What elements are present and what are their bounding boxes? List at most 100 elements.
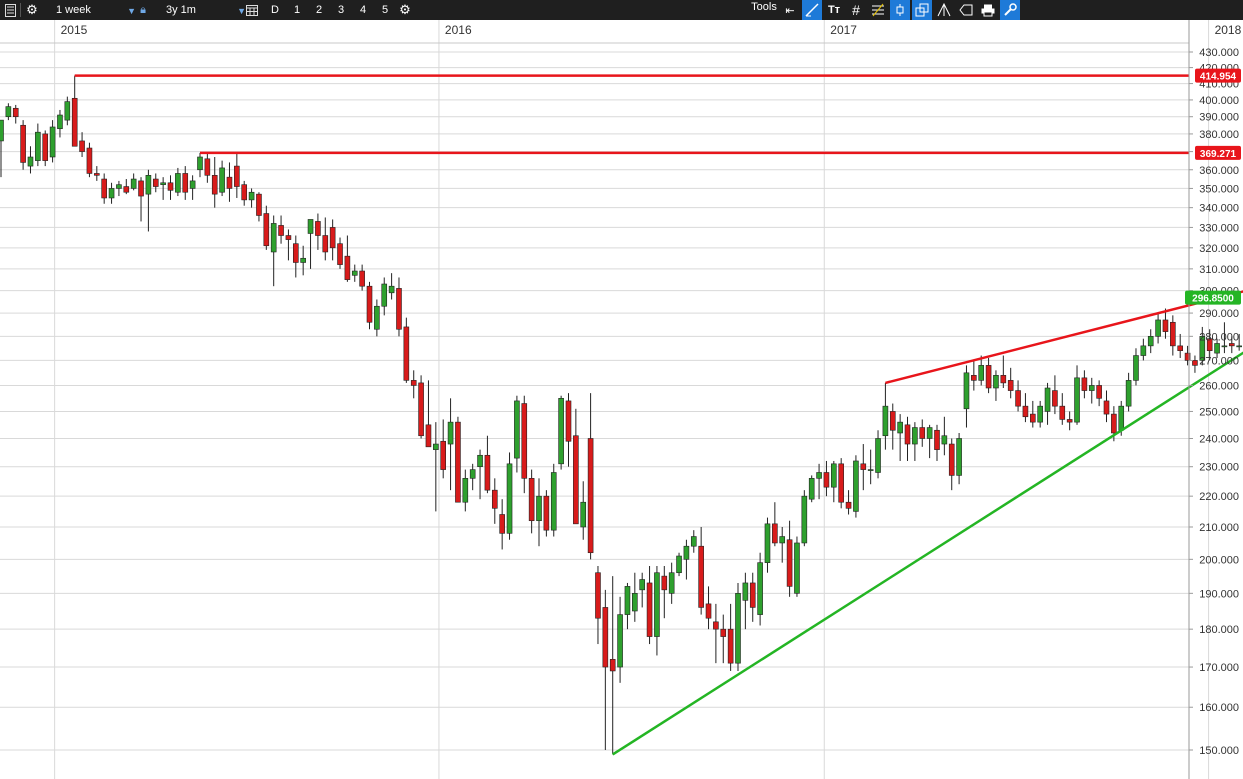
text-tool-icon[interactable]: Tт [824,0,844,20]
candle-body [713,621,719,630]
candle-body [1162,319,1169,332]
candle-body [175,173,181,193]
candle-body [403,326,410,381]
candle-body [978,365,985,381]
candle-body [322,235,329,253]
candle-body [690,536,697,547]
candlestick-chart[interactable]: 2015 2016 2017 2018 150.000 160.000 170.000 18… [0,20,1243,779]
candle-body [536,495,542,522]
candle-body [609,658,616,672]
range-select[interactable]: 3y 1m ▼ [156,2,250,18]
candle-body [182,173,189,193]
cursor-arrow-icon[interactable]: ⇤ [780,0,800,20]
candle-body [79,140,85,152]
candle-body [108,188,115,199]
candle-body [248,191,255,201]
period-button-3[interactable]: 3 [331,0,351,20]
candle-body [1015,390,1021,407]
candle-body [646,582,653,637]
candle-body [337,243,343,265]
candle-body [514,400,520,459]
candle-body [145,175,152,195]
candle-body [632,593,638,612]
candle-body [1030,413,1036,423]
candle-body [912,427,918,445]
candle-body [418,382,424,437]
resistance-mid-tag-label: 369.271 [1200,149,1237,160]
candle-body [1074,377,1080,423]
candle-body [639,579,645,591]
trendline-tool-icon[interactable] [802,0,822,20]
candle-body [152,178,159,187]
candle-tool-icon[interactable] [890,0,910,20]
candle-body [256,193,262,216]
candle-body [985,365,992,389]
candle-body [123,186,130,193]
range-value: 3y 1m [166,4,196,16]
candle-body [315,221,321,236]
candle-body [35,131,41,161]
candle-body [491,489,498,509]
candle-body [101,178,107,199]
candle-body [808,478,815,500]
candle-body [329,227,336,249]
candle-body [278,225,284,236]
candle-body [1007,380,1014,391]
candle-body [1147,336,1154,347]
y-tick-label: 210.000 [1199,522,1239,534]
channel-tool-icon[interactable] [912,0,932,20]
candle-body [956,438,962,476]
gear-icon[interactable]: ⚙ [24,0,40,20]
candle-body [1221,345,1228,348]
print-icon[interactable] [978,0,998,20]
candle-body [1022,405,1029,418]
candle-body [241,184,248,201]
y-tick-label: 270.000 [1199,355,1239,367]
candle-body [816,472,822,479]
candle-body [292,243,299,263]
x-tick-label: 2015 [61,23,88,37]
candle-body [875,438,881,473]
pitchfork-tool-icon[interactable] [934,0,954,20]
candle-body [197,156,203,171]
period-button-2[interactable]: 2 [309,0,329,20]
candle-body [948,443,955,476]
period-button-4[interactable]: 4 [353,0,373,20]
calendar-icon[interactable] [244,0,260,20]
candle-body [727,628,734,664]
candle-body [1192,360,1198,366]
period-button-5[interactable]: 5 [375,0,395,20]
fibonacci-tool-icon[interactable] [868,0,888,20]
period-settings-gear-icon[interactable]: ⚙ [396,0,414,20]
y-tick-label: 150.000 [1199,745,1239,757]
candle-body [801,495,808,544]
candle-body [1059,405,1066,420]
x-tick-label: 2018 [1215,23,1242,37]
y-tick-label: 280.000 [1199,331,1239,343]
y-tick-label: 360.000 [1199,165,1239,177]
y-tick-label: 200.000 [1199,554,1239,566]
candle-body [374,305,380,330]
y-tick-label: 310.000 [1199,264,1239,276]
period-button-1[interactable]: 1 [287,0,307,20]
candle-body [226,176,233,189]
list-icon[interactable] [2,0,18,20]
grid-tool-icon[interactable]: # [846,0,866,20]
candle-body [764,523,771,563]
lock-icon[interactable]: 🔒︎ [136,0,150,20]
candle-body [1228,343,1235,347]
candle-body [57,114,63,130]
candle-body [528,478,535,522]
y-tick-label: 160.000 [1199,702,1239,714]
y-tick-label: 240.000 [1199,433,1239,445]
interval-select[interactable]: 1 week ▼ [46,2,140,18]
y-tick-label: 320.000 [1199,243,1239,255]
candle-body [823,472,830,488]
label-tool-icon[interactable] [956,0,976,20]
period-button-d[interactable]: D [265,0,285,20]
candle-body [1037,405,1043,423]
wrench-settings-icon[interactable] [1000,0,1020,20]
candle-body [860,463,867,470]
candle-body [27,156,34,167]
candle-body [189,180,196,189]
